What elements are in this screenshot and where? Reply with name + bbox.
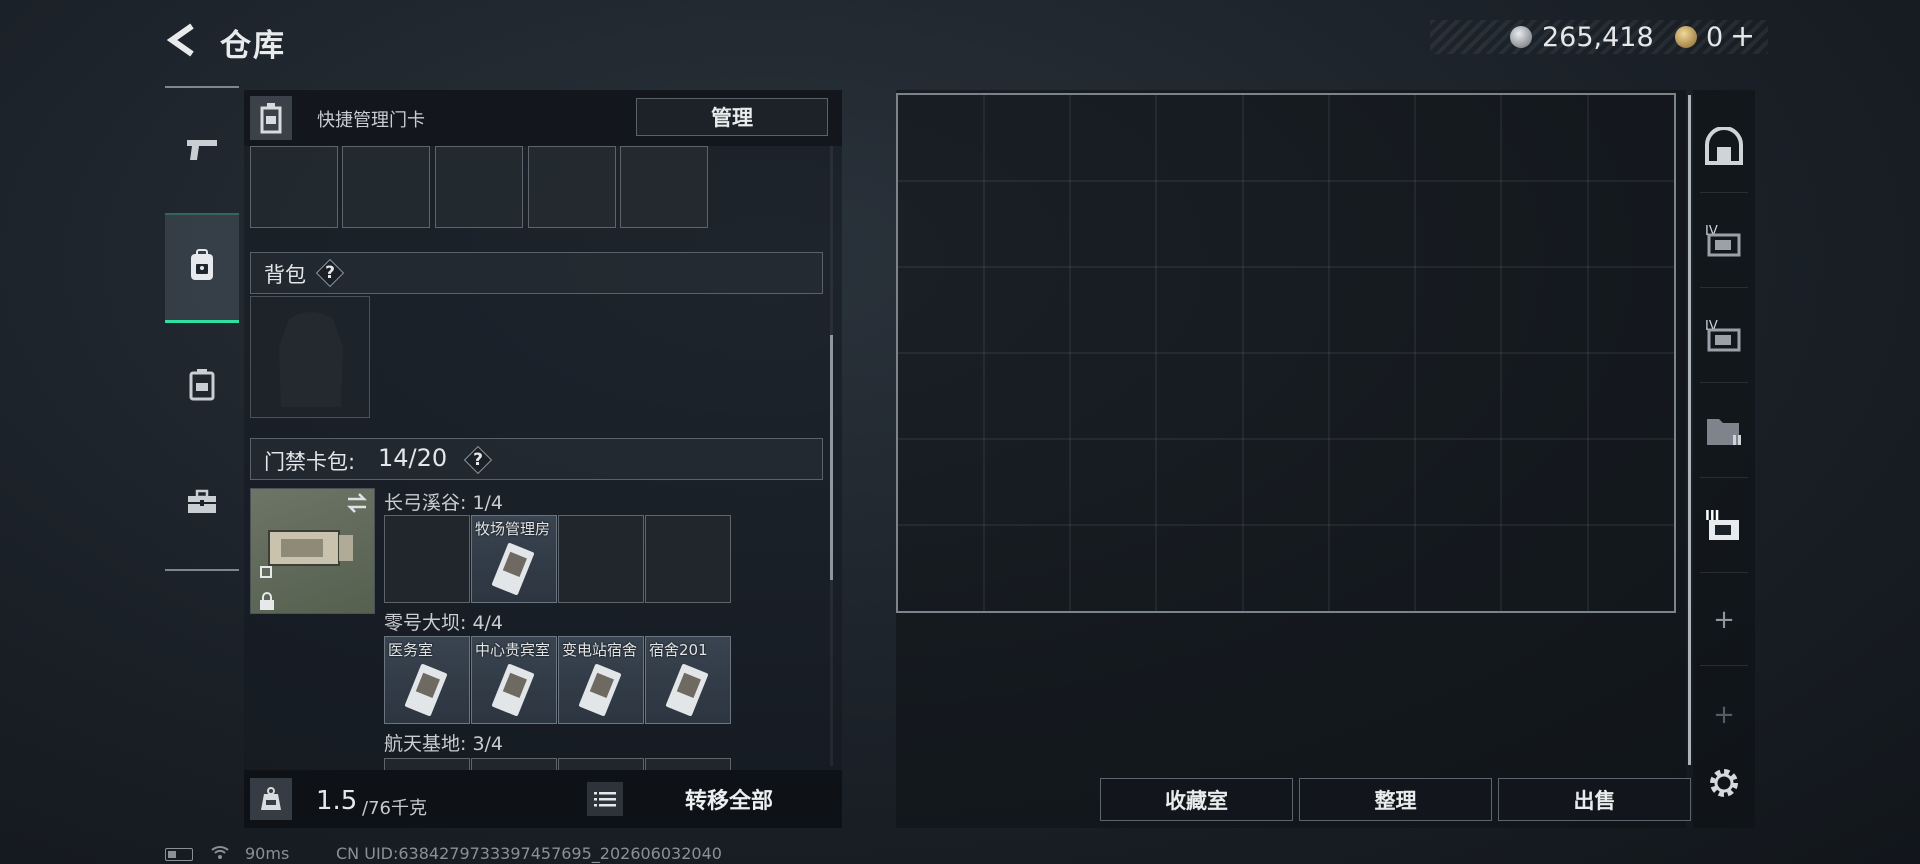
list-icon [594,792,616,807]
keycard-slot[interactable] [528,146,616,228]
silver-coin-icon [1510,26,1532,48]
region-label-changgong: 长弓溪谷: 1/4 [384,492,504,514]
card-iv-icon: IV [1705,319,1741,351]
card-slot-empty[interactable] [384,515,470,603]
card-iii-icon: III [1705,509,1739,540]
battery-icon [165,848,193,861]
folder-icon [1707,418,1741,445]
card-slot[interactable] [471,758,557,770]
backpack-silhouette-icon [279,312,343,407]
card-slot[interactable] [645,758,731,770]
keycard-icon [405,664,447,716]
backpack-lock-icon [187,248,217,288]
keycard-item[interactable]: 中心贵宾室 [471,636,557,724]
keycard-item[interactable]: 宿舍201 [645,636,731,724]
swap-icon[interactable] [344,492,370,518]
region-card-row [384,758,732,770]
rail-item-backpack[interactable] [165,342,239,430]
keycard-icon [579,664,621,716]
region-card-row: 牧场管理房 [384,515,732,603]
sell-button[interactable]: 出售 [1498,778,1691,821]
lock-icon [258,592,276,614]
currency-gold-amount: 0 [1706,22,1724,53]
transfer-all-button[interactable]: 转移全部 [640,779,818,819]
rail-item-backpack-lock[interactable] [165,213,239,323]
cardpack-help-icon[interactable]: ? [464,446,492,474]
plus-icon[interactable]: + [1693,575,1755,665]
list-view-button[interactable] [587,782,623,816]
wifi-icon [210,844,230,864]
loadout-scrollbar-thumb[interactable] [830,335,833,580]
back-arrow-icon[interactable] [162,22,202,58]
card-slot[interactable] [384,758,470,770]
keycard-name: 变电站宿舍 [562,641,638,659]
region-label-dam: 零号大坝: 4/4 [384,612,504,634]
storage-grid[interactable] [896,93,1676,613]
gold-coin-icon [1675,26,1697,48]
weight-max: /76千克 [362,798,427,819]
rail-divider [1700,572,1748,573]
uid-text: CN UID:638427973339745769​5_202606032040 [336,844,722,863]
keycard-name: 医务室 [388,641,434,659]
tab-card-iv-2[interactable]: IV [1693,287,1755,382]
tab-card-iv-1[interactable]: IV [1693,192,1755,287]
keycard-icon [492,664,534,716]
region-label-spacebase: 航天基地: 3/4 [384,733,504,755]
tab-vault[interactable] [1693,98,1755,193]
rail-divider [1700,665,1748,666]
vault-icon [1705,126,1743,165]
add-currency-button[interactable]: + [1730,19,1755,54]
keycard-case-icon [250,96,292,140]
collection-room-button[interactable]: 收藏室 [1100,778,1293,821]
cardpack-section-title: 门禁卡包: [264,450,356,474]
weight-icon [250,778,292,820]
card-iv-icon: IV [1705,224,1741,256]
rail-divider-top [165,86,239,88]
keycard-slot[interactable] [435,146,523,228]
card-slot-empty[interactable] [645,515,731,603]
rail-item-weapons[interactable] [165,108,239,196]
keycard-item[interactable]: 牧场管理房 [471,515,557,603]
keycard-slot[interactable] [342,146,430,228]
keycard-name: 牧场管理房 [475,520,551,538]
currency-silver-amount: 265,418 [1542,22,1654,53]
svg-text:IV: IV [1705,319,1718,334]
sort-button[interactable]: 整理 [1299,778,1492,821]
keycard-slot[interactable] [620,146,708,228]
storage-grid-lines [898,95,1674,611]
keycard-item[interactable]: 医务室 [384,636,470,724]
backpack-section-title: 背包 [264,263,306,287]
gear-icon [1710,768,1738,797]
tab-folder[interactable] [1693,382,1755,477]
keycard-icon [492,543,534,595]
backpack-slot[interactable] [250,296,370,418]
keycard-slot[interactable] [250,146,338,228]
cardpack-count: 14/20 [378,444,448,472]
weight-current: 1.5 [316,786,358,816]
svg-text:IV: IV [1705,224,1718,239]
backpack-help-icon[interactable]: ? [316,259,344,287]
card-slot[interactable] [558,758,644,770]
page-title: 仓库 [220,28,286,64]
toolbox-icon [186,489,218,519]
keycard-icon [666,664,708,716]
region-card-row: 医务室 中心贵宾室 变电站宿舍 宿舍201 [384,636,732,724]
backpack-icon [188,367,216,405]
ping-text: 90ms [245,844,290,863]
quick-manage-label: 快捷管理门卡 [317,110,425,131]
rail-divider-bottom [165,569,239,571]
pistol-icon [185,136,219,168]
keycard-name: 宿舍201 [649,641,708,659]
storage-scrollbar[interactable] [1688,95,1691,765]
keycard-item[interactable]: 变电站宿舍 [558,636,644,724]
card-slot-empty[interactable] [558,515,644,603]
tab-card-iii[interactable]: III [1693,477,1755,572]
manage-button[interactable]: 管理 [636,98,828,136]
rail-item-toolbox[interactable] [165,460,239,548]
keycard-name: 中心贵宾室 [475,641,551,659]
settings-button[interactable] [1693,735,1755,830]
